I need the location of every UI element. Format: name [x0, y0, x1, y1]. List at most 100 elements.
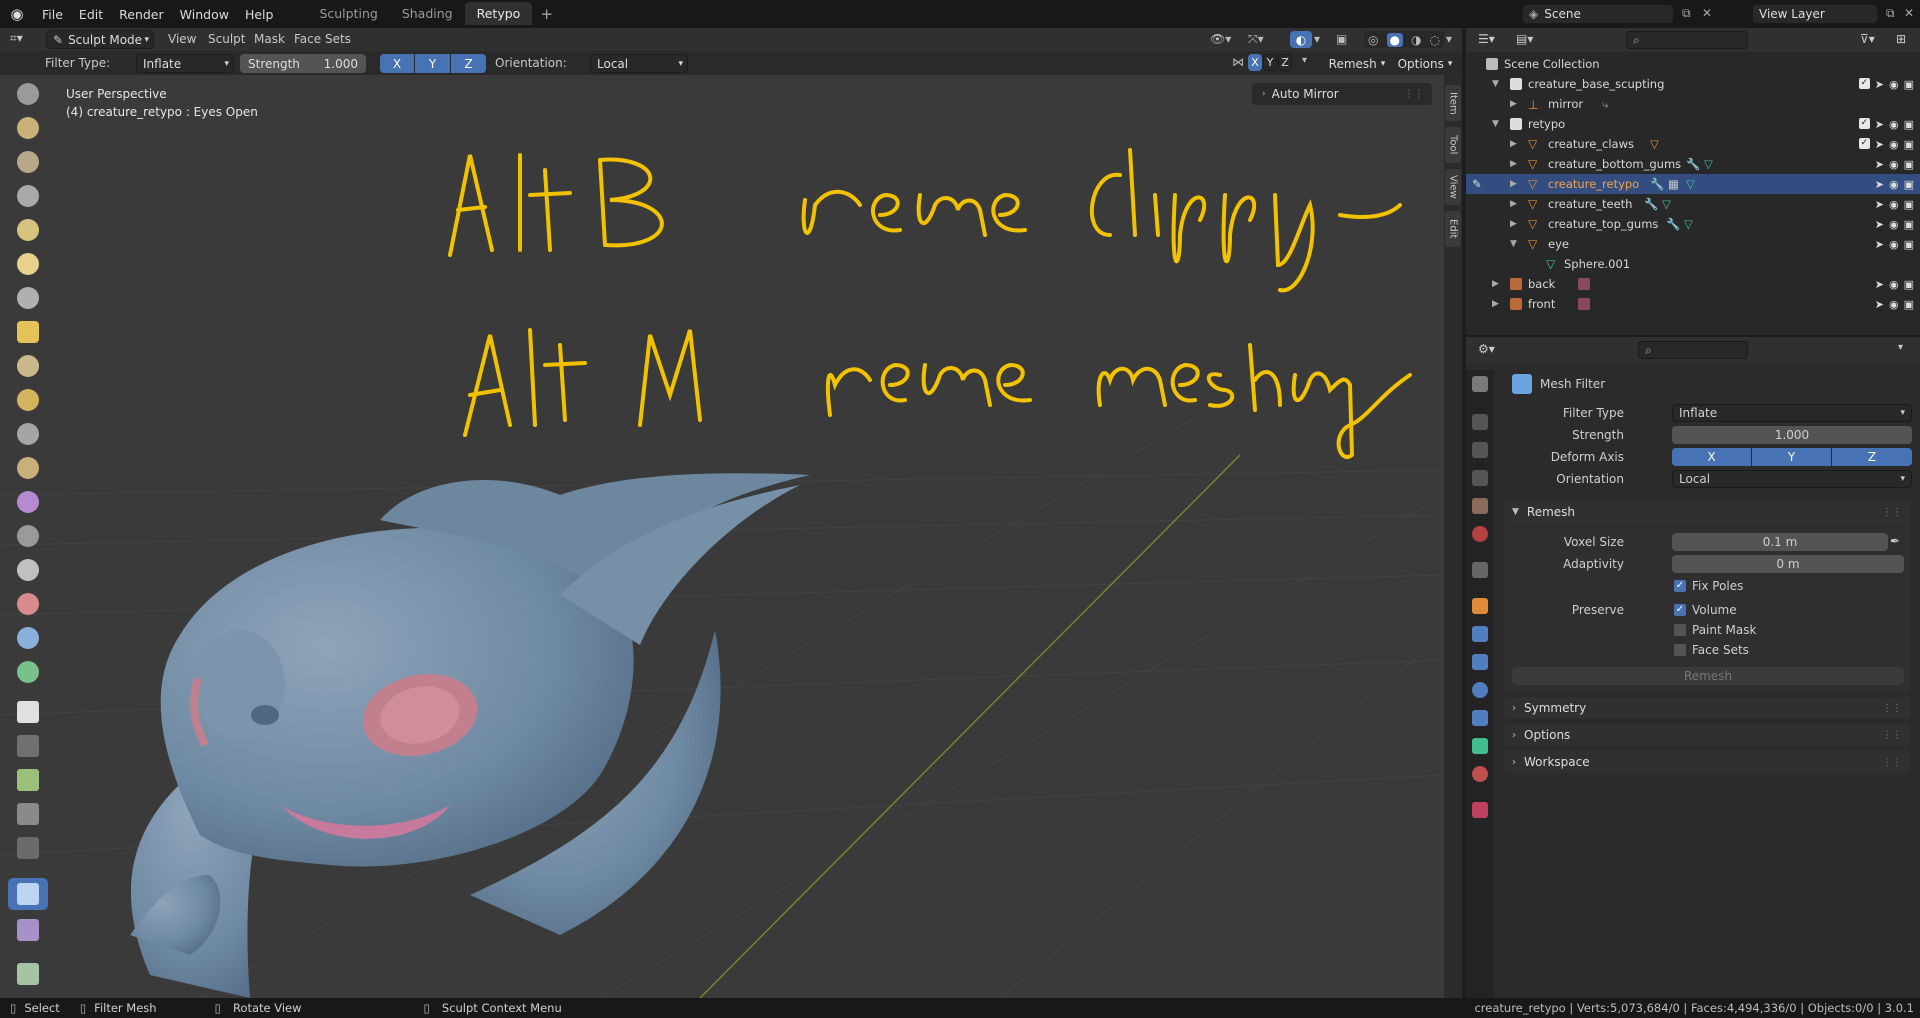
fix-poles-checkbox[interactable]: ✓ [1674, 580, 1686, 592]
overlays-icon[interactable]: ◐ [1290, 31, 1312, 48]
drag-handle-icon[interactable]: ⋮⋮ [1404, 89, 1424, 100]
preserve-face-sets-checkbox[interactable] [1674, 644, 1686, 656]
physics-tab-icon[interactable] [1472, 682, 1488, 698]
header-menu-view[interactable]: View [168, 32, 196, 46]
output-tab-icon[interactable] [1472, 442, 1488, 458]
eye-icon[interactable]: ◉ [1889, 238, 1899, 251]
camera-icon[interactable]: ▣ [1904, 218, 1914, 231]
camera-icon[interactable]: ▣ [1904, 178, 1914, 191]
delete-scene-icon[interactable]: ✕ [1702, 6, 1712, 20]
axis-y-toggle[interactable]: Y [415, 54, 450, 73]
options-popover[interactable]: Options ▾ [1394, 54, 1456, 73]
mirror-z-toggle[interactable]: Z [1278, 54, 1292, 71]
options-panel-header[interactable]: › Options ⋮⋮ [1504, 724, 1910, 746]
xray-icon[interactable]: ▣ [1336, 32, 1347, 46]
chevron-down-icon[interactable]: ▼ [1492, 119, 1499, 129]
tool-tab-icon[interactable] [1472, 376, 1488, 392]
eye-icon[interactable]: ◉ [1889, 178, 1899, 191]
selectable-icon[interactable]: ➤ [1875, 78, 1884, 91]
sidebar-tab-tool[interactable]: Tool [1445, 127, 1461, 163]
preserve-paint-mask-checkbox[interactable] [1674, 624, 1686, 636]
outliner-editor-icon[interactable]: ☰▾ [1478, 32, 1495, 46]
header-menu-sculpt[interactable]: Sculpt [208, 32, 245, 46]
workspace-panel-header[interactable]: › Workspace ⋮⋮ [1504, 751, 1910, 773]
menu-help[interactable]: Help [237, 7, 282, 22]
snake-hook-tool[interactable] [8, 588, 48, 620]
mirror-x-toggle[interactable]: X [1248, 54, 1262, 71]
wireframe-shading-icon[interactable]: ◎ [1368, 33, 1378, 47]
outliner-search-input[interactable]: ⌕ [1626, 31, 1748, 49]
outliner-row-back[interactable]: ▶ back ➤ ◉ ▣ [1466, 274, 1920, 294]
selectable-icon[interactable]: ➤ [1875, 238, 1884, 251]
chevron-down-icon[interactable]: ▼ [1492, 79, 1499, 89]
tab-shading[interactable]: Shading [390, 2, 465, 25]
solid-shading-icon[interactable]: ● [1386, 32, 1403, 47]
outliner-row-creature-bottom-gums[interactable]: ▶ ▽ creature_bottom_gums 🔧 ▽ ➤ ◉ ▣ [1466, 154, 1920, 174]
display-mode-icon[interactable]: ▤▾ [1516, 32, 1533, 46]
draw-sharp-tool[interactable] [8, 112, 48, 144]
view-layer-selector[interactable]: View Layer [1752, 4, 1878, 24]
chevron-right-icon[interactable]: ▶ [1510, 219, 1517, 229]
mesh-filter-tool[interactable] [8, 878, 48, 910]
chevron-down-icon[interactable]: ▾ [1302, 55, 1307, 66]
eye-icon[interactable]: ◉ [1889, 118, 1899, 131]
prop-deform-axis-x[interactable]: X [1672, 448, 1751, 466]
cloth-filter-tool[interactable] [8, 914, 48, 946]
outliner-row-creature-teeth[interactable]: ▶ ▽ creature_teeth 🔧 ▽ ➤ ◉ ▣ [1466, 194, 1920, 214]
selectable-icon[interactable]: ➤ [1875, 198, 1884, 211]
voxel-size-field[interactable]: 0.1 m [1672, 533, 1888, 551]
properties-editor-icon[interactable]: ⚙▾ [1478, 342, 1495, 356]
selectable-icon[interactable]: ➤ [1875, 118, 1884, 131]
header-menu-face-sets[interactable]: Face Sets [294, 32, 351, 46]
outliner-row-sphere[interactable]: ▽ Sphere.001 [1466, 254, 1920, 274]
chevron-right-icon[interactable]: ▶ [1510, 99, 1517, 109]
chevron-down-icon[interactable]: ▼ [1510, 239, 1517, 249]
drag-handle-icon[interactable]: ⋮⋮ [1882, 730, 1902, 741]
drag-handle-icon[interactable]: ⋮⋮ [1882, 507, 1902, 518]
pinch-tool[interactable] [8, 520, 48, 552]
chevron-right-icon[interactable]: ▶ [1510, 199, 1517, 209]
header-menu-mask[interactable]: Mask [254, 32, 285, 46]
menu-edit[interactable]: Edit [71, 7, 111, 22]
constraints-tab-icon[interactable] [1472, 710, 1488, 726]
drag-handle-icon[interactable]: ⋮⋮ [1882, 703, 1902, 714]
line-project-tool[interactable] [8, 832, 48, 864]
tab-retypo[interactable]: Retypo [464, 2, 533, 25]
tab-sculpting[interactable]: Sculpting [307, 2, 389, 25]
chevron-right-icon[interactable]: ▶ [1510, 139, 1517, 149]
eye-icon[interactable]: ◉ [1889, 298, 1899, 311]
adaptivity-field[interactable]: 0 m [1672, 555, 1904, 573]
prop-filter-type-dropdown[interactable]: Inflate ▾ [1672, 404, 1912, 422]
menu-file[interactable]: File [34, 7, 71, 22]
particles-tab-icon[interactable] [1472, 654, 1488, 670]
sidebar-tab-item[interactable]: Item [1445, 85, 1461, 121]
mask-tool[interactable] [8, 696, 48, 728]
selectable-icon[interactable]: ➤ [1875, 138, 1884, 151]
camera-icon[interactable]: ▣ [1904, 278, 1914, 291]
fill-tool[interactable] [8, 452, 48, 484]
blob-tool[interactable] [8, 316, 48, 348]
editor-type-icon[interactable]: ⌗▾ [10, 31, 23, 46]
crease-tool[interactable] [8, 350, 48, 382]
strength-slider[interactable]: Strength 1.000 [240, 54, 366, 73]
rendered-shading-icon[interactable]: ◌ [1430, 33, 1440, 47]
new-scene-icon[interactable]: ⧉ [1682, 6, 1691, 21]
delete-view-layer-icon[interactable]: ✕ [1904, 6, 1914, 20]
exclude-checkbox[interactable]: ✓ [1858, 77, 1870, 89]
texture-tab-icon[interactable] [1472, 802, 1488, 818]
add-workspace-icon[interactable]: + [532, 5, 561, 23]
camera-icon[interactable]: ▣ [1904, 298, 1914, 311]
outliner-row-creature-top-gums[interactable]: ▶ ▽ creature_top_gums 🔧 ▽ ➤ ◉ ▣ [1466, 214, 1920, 234]
shading-dropdown-icon[interactable]: ▾ [1446, 32, 1452, 46]
eye-icon[interactable]: ◉ [1889, 278, 1899, 291]
modifier-tab-icon[interactable] [1472, 626, 1488, 642]
prop-strength-slider[interactable]: 1.000 [1672, 426, 1912, 444]
menu-window[interactable]: Window [172, 7, 237, 22]
filter-icon[interactable]: ⊽▾ [1860, 32, 1875, 46]
exclude-checkbox[interactable]: ✓ [1858, 137, 1870, 149]
outliner-row-scene-collection[interactable]: Scene Collection [1466, 54, 1920, 74]
preserve-volume-checkbox[interactable]: ✓ [1674, 604, 1686, 616]
sidebar-tab-view[interactable]: View [1445, 169, 1461, 205]
camera-icon[interactable]: ▣ [1904, 78, 1914, 91]
filter-type-dropdown[interactable]: Inflate ▾ [136, 54, 234, 73]
